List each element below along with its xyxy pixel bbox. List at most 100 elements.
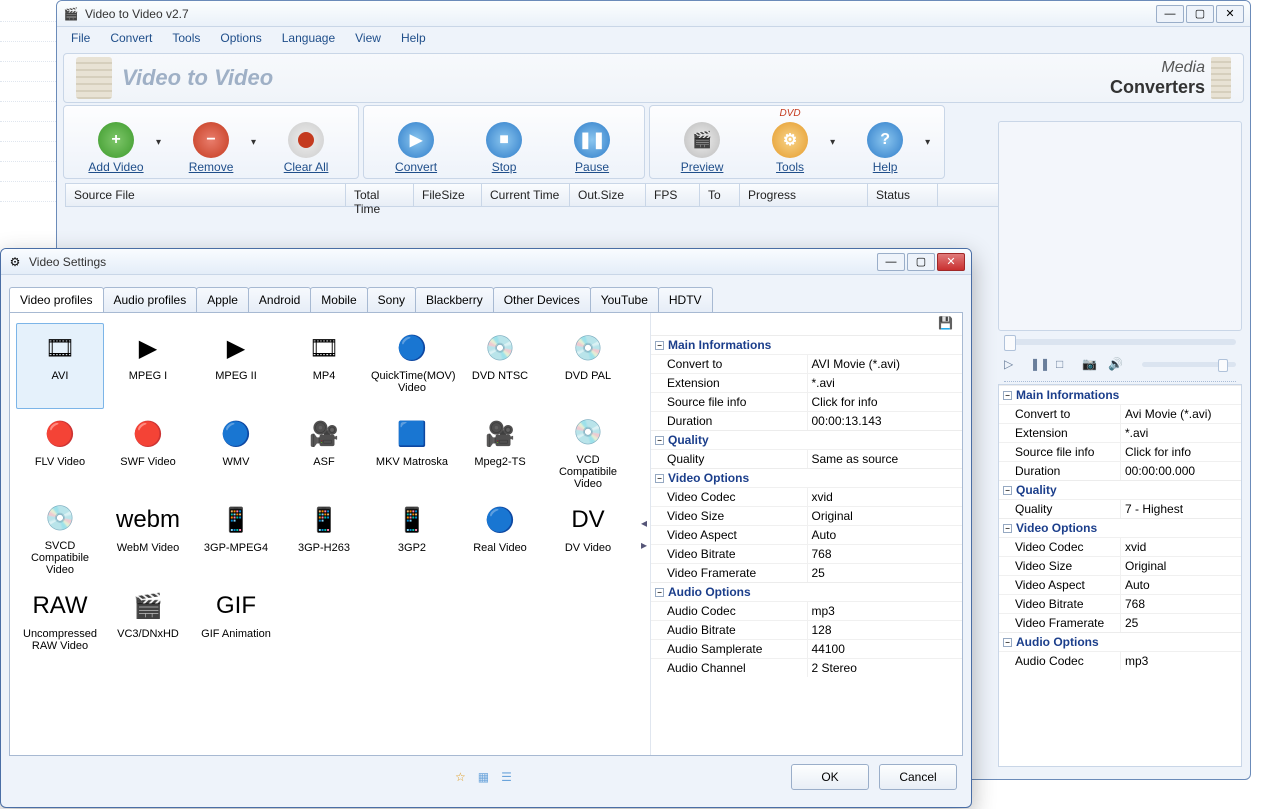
tab-android[interactable]: Android bbox=[248, 287, 311, 312]
column-header[interactable]: FPS bbox=[646, 184, 700, 206]
star-icon[interactable]: ☆ bbox=[455, 770, 466, 784]
menu-view[interactable]: View bbox=[347, 29, 389, 47]
column-header[interactable]: Progress bbox=[740, 184, 868, 206]
property-row[interactable]: QualitySame as source bbox=[651, 449, 962, 468]
profile-quicktime-mov-video[interactable]: 🔵QuickTime(MOV) Video bbox=[368, 323, 456, 409]
property-row[interactable]: Audio Channel2 Stereo bbox=[651, 658, 962, 677]
profile-webm-video[interactable]: webmWebM Video bbox=[104, 495, 192, 581]
profile-swf-video[interactable]: 🔴SWF Video bbox=[104, 409, 192, 495]
dialog-close-button[interactable]: ✕ bbox=[937, 253, 965, 271]
grid-view-icon[interactable]: ▦ bbox=[478, 770, 489, 784]
column-header[interactable]: Out.Size bbox=[570, 184, 646, 206]
toolbar-convert[interactable]: ▶Convert bbox=[372, 110, 460, 174]
tab-mobile[interactable]: Mobile bbox=[310, 287, 367, 312]
toolbar-stop[interactable]: ■Stop bbox=[460, 110, 548, 174]
ok-button[interactable]: OK bbox=[791, 764, 869, 790]
stop-button[interactable]: □ bbox=[1056, 357, 1074, 371]
collapse-icon[interactable]: − bbox=[1003, 638, 1012, 647]
column-header[interactable]: Current Time bbox=[482, 184, 570, 206]
profile-vcd-compatibile-video[interactable]: 💿VCD Compatibile Video bbox=[544, 409, 632, 495]
profile-mpeg-i[interactable]: ▶MPEG I bbox=[104, 323, 192, 409]
toolbar-pause[interactable]: ❚❚Pause bbox=[548, 110, 636, 174]
property-row[interactable]: Video Codecxvid bbox=[651, 487, 962, 506]
property-row[interactable]: Quality7 - Highest bbox=[999, 499, 1241, 518]
column-header[interactable]: Total Time bbox=[346, 184, 414, 206]
property-row[interactable]: Extension*.avi bbox=[651, 373, 962, 392]
property-row[interactable]: Duration00:00:00.000 bbox=[999, 461, 1241, 480]
tab-sony[interactable]: Sony bbox=[367, 287, 416, 312]
dropdown-arrow-icon[interactable]: ▾ bbox=[156, 137, 161, 148]
profile-dv-video[interactable]: DVDV Video bbox=[544, 495, 632, 581]
property-row[interactable]: Video Framerate25 bbox=[999, 613, 1241, 632]
property-row[interactable]: Video SizeOriginal bbox=[651, 506, 962, 525]
collapse-icon[interactable]: − bbox=[1003, 391, 1012, 400]
list-view-icon[interactable]: ☰ bbox=[501, 770, 512, 784]
dropdown-arrow-icon[interactable]: ▾ bbox=[830, 137, 835, 148]
maximize-button[interactable]: ▢ bbox=[1186, 5, 1214, 23]
property-row[interactable]: Video Bitrate768 bbox=[999, 594, 1241, 613]
dropdown-arrow-icon[interactable]: ▾ bbox=[925, 137, 930, 148]
collapse-icon[interactable]: − bbox=[1003, 486, 1012, 495]
profile-mp4[interactable]: 🎞MP4 bbox=[280, 323, 368, 409]
section-header[interactable]: −Audio Options bbox=[999, 632, 1241, 651]
menu-tools[interactable]: Tools bbox=[164, 29, 208, 47]
tab-other-devices[interactable]: Other Devices bbox=[493, 287, 591, 312]
collapse-icon[interactable]: − bbox=[655, 341, 664, 350]
snapshot-button[interactable]: 📷 bbox=[1082, 357, 1100, 371]
profile-svcd-compatibile-video[interactable]: 💿SVCD Compatibile Video bbox=[16, 495, 104, 581]
property-row[interactable]: Duration00:00:13.143 bbox=[651, 411, 962, 430]
section-header[interactable]: −Quality bbox=[999, 480, 1241, 499]
property-row[interactable]: Extension*.avi bbox=[999, 423, 1241, 442]
property-row[interactable]: Audio Bitrate128 bbox=[651, 620, 962, 639]
collapse-icon[interactable]: − bbox=[655, 436, 664, 445]
profile-3gp-mpeg4[interactable]: 📱3GP-MPEG4 bbox=[192, 495, 280, 581]
column-header[interactable]: FileSize bbox=[414, 184, 482, 206]
profile-avi[interactable]: 🎞AVI bbox=[16, 323, 104, 409]
profile-wmv[interactable]: 🔵WMV bbox=[192, 409, 280, 495]
menu-language[interactable]: Language bbox=[274, 29, 343, 47]
property-row[interactable]: Convert toAVI Movie (*.avi) bbox=[651, 354, 962, 373]
menu-options[interactable]: Options bbox=[212, 29, 269, 47]
dialog-minimize-button[interactable]: — bbox=[877, 253, 905, 271]
tab-blackberry[interactable]: Blackberry bbox=[415, 287, 494, 312]
pause-button[interactable]: ❚❚ bbox=[1030, 357, 1048, 371]
tab-youtube[interactable]: YouTube bbox=[590, 287, 659, 312]
tab-hdtv[interactable]: HDTV bbox=[658, 287, 713, 312]
collapse-icon[interactable]: − bbox=[655, 474, 664, 483]
profile-real-video[interactable]: 🔵Real Video bbox=[456, 495, 544, 581]
minimize-button[interactable]: — bbox=[1156, 5, 1184, 23]
property-row[interactable]: Audio Codecmp3 bbox=[651, 601, 962, 620]
profile-flv-video[interactable]: 🔴FLV Video bbox=[16, 409, 104, 495]
property-row[interactable]: Video AspectAuto bbox=[651, 525, 962, 544]
property-row[interactable]: Video Codecxvid bbox=[999, 537, 1241, 556]
view-mode-icons[interactable]: ☆ ▦ ☰ bbox=[455, 770, 512, 784]
property-row[interactable]: Video Bitrate768 bbox=[651, 544, 962, 563]
section-header[interactable]: −Video Options bbox=[651, 468, 962, 487]
cancel-button[interactable]: Cancel bbox=[879, 764, 957, 790]
collapse-icon[interactable]: − bbox=[655, 588, 664, 597]
toolbar-remove[interactable]: −Remove bbox=[167, 110, 255, 174]
profile-mpeg2-ts[interactable]: 🎥Mpeg2-TS bbox=[456, 409, 544, 495]
profile-mpeg-ii[interactable]: ▶MPEG II bbox=[192, 323, 280, 409]
volume-slider[interactable] bbox=[1142, 362, 1236, 367]
dialog-maximize-button[interactable]: ▢ bbox=[907, 253, 935, 271]
collapse-icon[interactable]: − bbox=[1003, 524, 1012, 533]
toolbar-add-video[interactable]: +Add Video bbox=[72, 110, 160, 174]
close-button[interactable]: ✕ bbox=[1216, 5, 1244, 23]
property-row[interactable]: Audio Codecmp3 bbox=[999, 651, 1241, 670]
property-row[interactable]: Source file infoClick for info bbox=[999, 442, 1241, 461]
section-header[interactable]: −Quality bbox=[651, 430, 962, 449]
scroll-buttons[interactable]: ◂▸ bbox=[638, 313, 650, 755]
dropdown-arrow-icon[interactable]: ▾ bbox=[251, 137, 256, 148]
section-header[interactable]: −Main Informations bbox=[651, 335, 962, 354]
section-header[interactable]: −Main Informations bbox=[999, 385, 1241, 404]
toolbar-tools[interactable]: DVD⚙Tools bbox=[746, 110, 834, 174]
property-row[interactable]: Video SizeOriginal bbox=[999, 556, 1241, 575]
toolbar-clear-all[interactable]: Clear All bbox=[262, 110, 350, 174]
profile-dvd-ntsc[interactable]: 💿DVD NTSC bbox=[456, 323, 544, 409]
profile-3gp2[interactable]: 📱3GP2 bbox=[368, 495, 456, 581]
property-row[interactable]: Audio Samplerate44100 bbox=[651, 639, 962, 658]
profile-vc3-dnxhd[interactable]: 🎬VC3/DNxHD bbox=[104, 581, 192, 667]
save-icon[interactable]: 💾 bbox=[938, 316, 954, 332]
column-header[interactable]: To bbox=[700, 184, 740, 206]
